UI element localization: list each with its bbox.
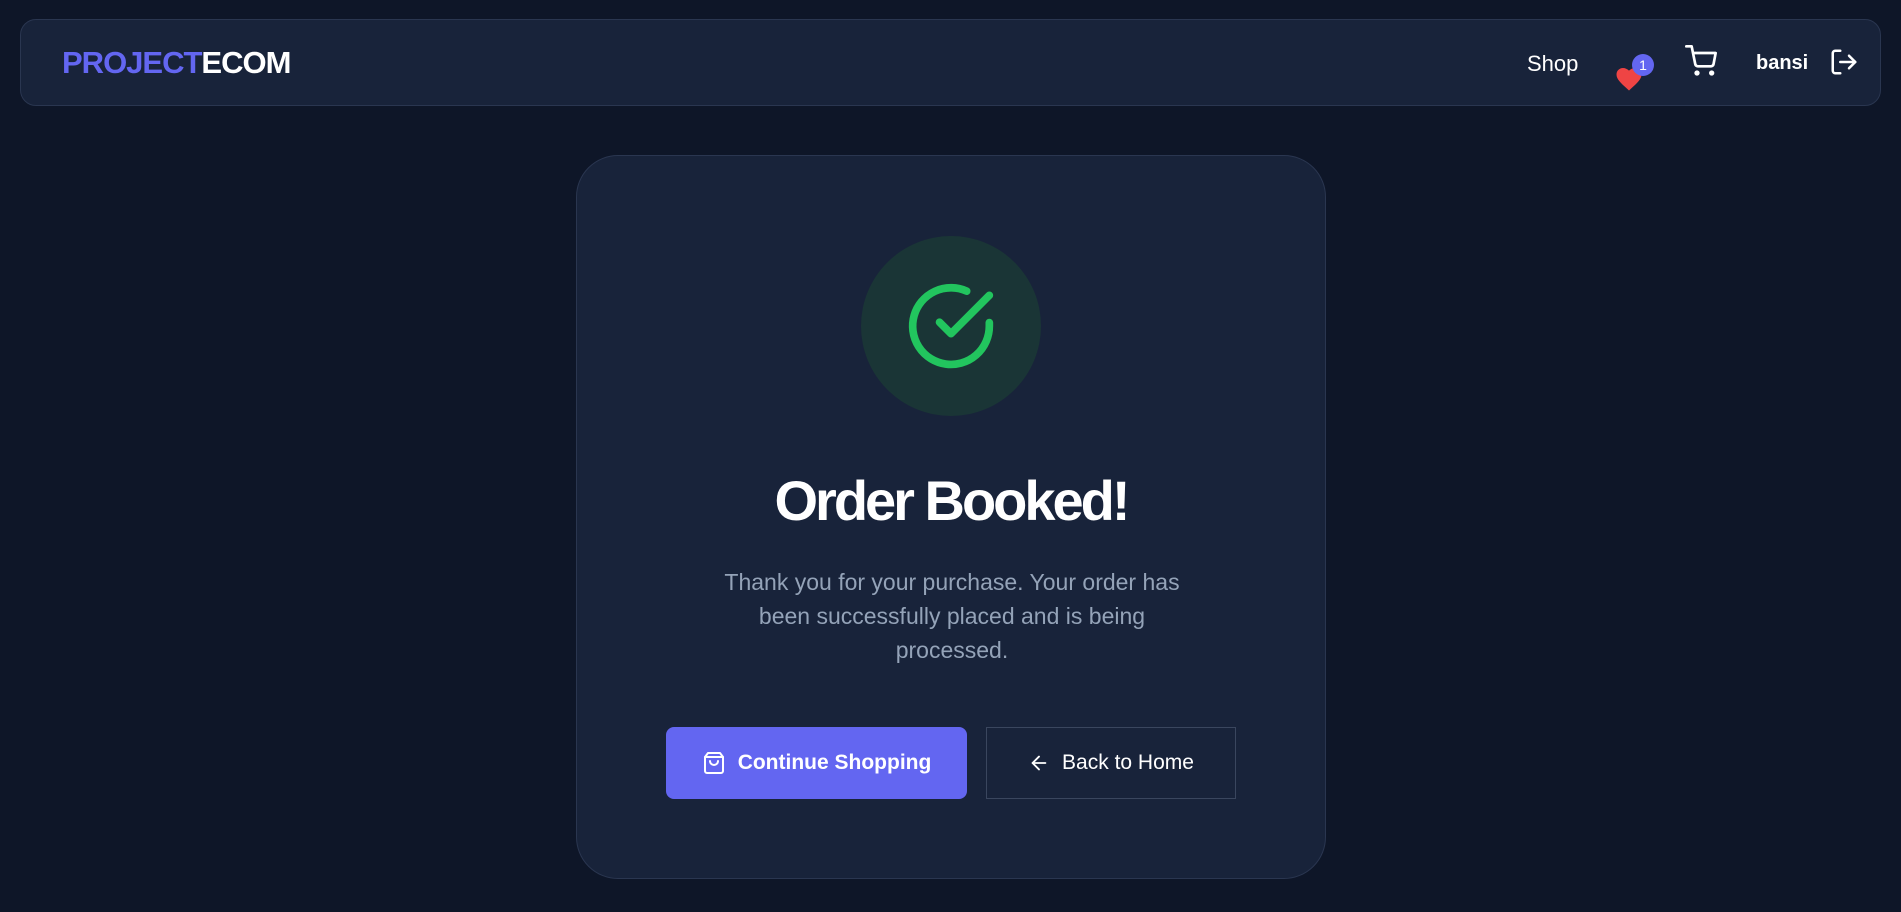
arrow-left-icon [1028, 752, 1050, 774]
logo[interactable]: PROJECTECOM [62, 45, 291, 81]
continue-shopping-label: Continue Shopping [737, 751, 932, 774]
shopping-bag-icon [702, 751, 726, 775]
check-circle-icon [908, 283, 994, 369]
logo-project: PROJECT [62, 45, 202, 80]
order-confirmation-card: Order Booked! Thank you for your purchas… [576, 155, 1326, 879]
back-to-home-button[interactable]: Back to Home [986, 727, 1236, 799]
logout-button[interactable] [1829, 47, 1861, 79]
order-message: Thank you for your purchase. Your order … [724, 569, 1180, 663]
continue-shopping-button[interactable]: Continue Shopping [666, 727, 967, 799]
logout-icon [1831, 49, 1857, 75]
back-to-home-label: Back to Home [1062, 751, 1194, 774]
nav-shop-link[interactable]: Shop [1527, 51, 1578, 77]
success-badge [861, 236, 1041, 416]
username-label: bansi [1756, 52, 1809, 74]
wishlist-count-badge: 1 [1632, 54, 1654, 76]
cart-icon [1685, 45, 1717, 76]
order-title: Order Booked! [774, 469, 1130, 532]
wishlist-button[interactable]: 1 [1614, 46, 1654, 91]
cart-button[interactable] [1685, 45, 1717, 77]
navbar: PROJECTECOM Shop 1 bansi [20, 19, 1881, 106]
logo-ecom: ECOM [201, 45, 291, 80]
